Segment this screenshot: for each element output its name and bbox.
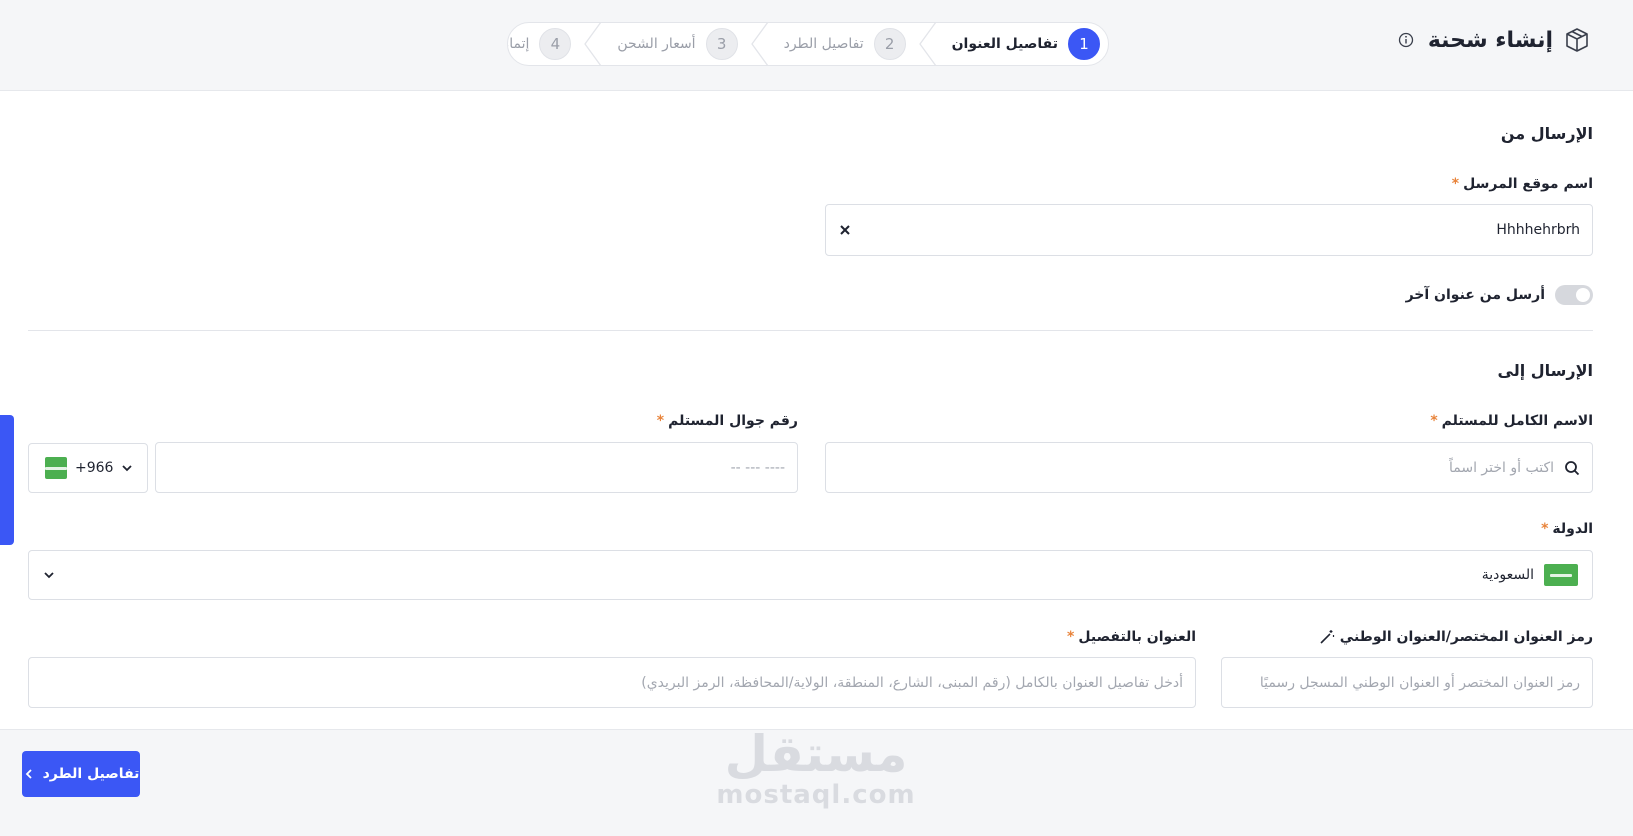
recipient-phone-placeholder: ---- --- -- (730, 459, 785, 476)
step-address-details[interactable]: 1 تفاصيل العنوان (942, 23, 1108, 65)
sender-section-title: الإرسال من (1500, 124, 1593, 143)
required-mark: * (1067, 629, 1075, 645)
required-mark: * (656, 413, 665, 429)
short-address-placeholder: رمز العنوان المختصر أو العنوان الوطني ال… (1259, 674, 1580, 691)
step-number: 3 (705, 28, 738, 60)
phone-country-code-select[interactable]: +966 (28, 443, 148, 493)
sender-location-label: اسم موقع المرسل* (1451, 176, 1593, 192)
country-select[interactable]: السعودية (28, 550, 1593, 600)
side-feedback-tab[interactable] (0, 415, 14, 545)
step-number: 2 (873, 28, 906, 60)
header: إنشاء شحنة 1 تفاصيل العنوان 2 تفاصيل الط… (0, 0, 1633, 90)
shipment-form-card: الإرسال من اسم موقع المرسل* Hhhhehrbrh أ… (0, 90, 1633, 730)
step-label: تفاصيل الطرد (783, 36, 864, 52)
send-from-other-address-toggle[interactable] (1555, 285, 1593, 305)
phone-code-value: +966 (75, 460, 114, 476)
close-icon[interactable] (838, 223, 852, 237)
recipient-phone-input[interactable]: ---- --- -- (155, 442, 798, 493)
toggle-label: أرسل من عنوان آخر (1405, 287, 1545, 303)
send-from-other-address-row: أرسل من عنوان آخر (1406, 285, 1593, 305)
watermark-latin: mostaql.com (716, 780, 916, 810)
chevron-down-icon (121, 462, 133, 474)
create-shipment-page: إنشاء شحنة 1 تفاصيل العنوان 2 تفاصيل الط… (0, 0, 1633, 836)
step-separator-icon (918, 23, 936, 65)
step-label: إتمام الطلب (508, 36, 530, 52)
step-separator-icon (584, 23, 602, 65)
required-mark: * (1430, 413, 1438, 429)
progress-stepper: 1 تفاصيل العنوان 2 تفاصيل الطرد 3 أسعار … (507, 22, 1109, 66)
required-mark: * (1541, 521, 1549, 537)
short-address-label: رمز العنوان المختصر/العنوان الوطني (1313, 629, 1593, 645)
step-shipping-rates[interactable]: 3 أسعار الشحن (607, 23, 745, 65)
step-complete-order[interactable]: 4 إتمام الطلب (508, 23, 579, 65)
page-title-group: إنشاء شحنة (1398, 26, 1591, 54)
recipient-name-input[interactable]: اكتب أو اختر اسماً (825, 442, 1593, 493)
saudi-flag-icon (45, 457, 67, 479)
country-label: الدولة* (1541, 521, 1593, 537)
recipient-name-label: الاسم الكامل للمستلم* (1430, 413, 1593, 429)
magic-wand-icon[interactable] (1319, 629, 1335, 645)
next-button-label: تفاصيل الطرد (42, 766, 140, 782)
step-number: 4 (539, 28, 572, 60)
required-mark: * (1451, 176, 1460, 192)
info-icon[interactable] (1398, 32, 1414, 48)
sender-location-field[interactable]: Hhhhehrbrh (825, 204, 1593, 256)
chevron-down-icon (43, 569, 55, 581)
detailed-address-placeholder: أدخل تفاصيل العنوان بالكامل (رقم المبنى،… (641, 674, 1183, 691)
step-number: 1 (1068, 28, 1100, 60)
chevron-left-icon (23, 768, 35, 780)
short-address-input[interactable]: رمز العنوان المختصر أو العنوان الوطني ال… (1221, 657, 1593, 708)
package-box-icon (1563, 26, 1591, 54)
country-value: السعودية (1481, 567, 1534, 583)
watermark-arabic: مستقل (724, 725, 908, 783)
detailed-address-label: العنوان بالتفصيل* (1067, 629, 1196, 645)
sender-location-value: Hhhhehrbrh (1496, 222, 1580, 238)
step-label: أسعار الشحن (617, 36, 696, 52)
detailed-address-input[interactable]: أدخل تفاصيل العنوان بالكامل (رقم المبنى،… (28, 657, 1196, 708)
mostaql-watermark: مستقل mostaql.com (716, 728, 916, 810)
step-package-details[interactable]: 2 تفاصيل الطرد (774, 23, 914, 65)
recipient-phone-label: رقم جوال المستلم* (656, 413, 798, 429)
next-package-details-button[interactable]: تفاصيل الطرد (22, 751, 140, 797)
section-divider (28, 330, 1593, 331)
step-label: تفاصيل العنوان (951, 36, 1058, 52)
recipient-name-placeholder: اكتب أو اختر اسماً (1449, 459, 1554, 476)
saudi-flag-icon (1544, 564, 1578, 586)
recipient-section-title: الإرسال إلى (1497, 361, 1593, 380)
page-title: إنشاء شحنة (1427, 27, 1553, 53)
search-icon (1564, 460, 1580, 476)
step-separator-icon (750, 23, 768, 65)
